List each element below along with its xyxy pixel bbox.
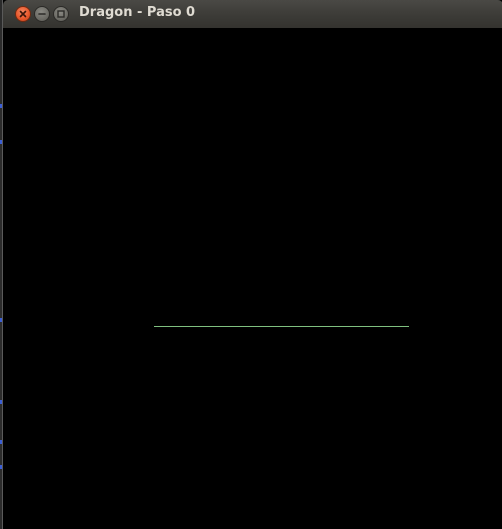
- minimize-icon: [38, 13, 46, 15]
- close-button[interactable]: [15, 6, 31, 22]
- maximize-icon: [57, 10, 65, 18]
- maximize-button[interactable]: [53, 6, 69, 22]
- minimize-button[interactable]: [34, 6, 50, 22]
- close-icon: [19, 10, 27, 18]
- window-title: Dragon - Paso 0: [79, 5, 196, 20]
- drawing-canvas[interactable]: [3, 28, 502, 529]
- title-bar[interactable]: Dragon - Paso 0: [3, 0, 502, 29]
- app-window: Dragon - Paso 0: [2, 0, 502, 529]
- dragon-curve-segment: [154, 326, 409, 327]
